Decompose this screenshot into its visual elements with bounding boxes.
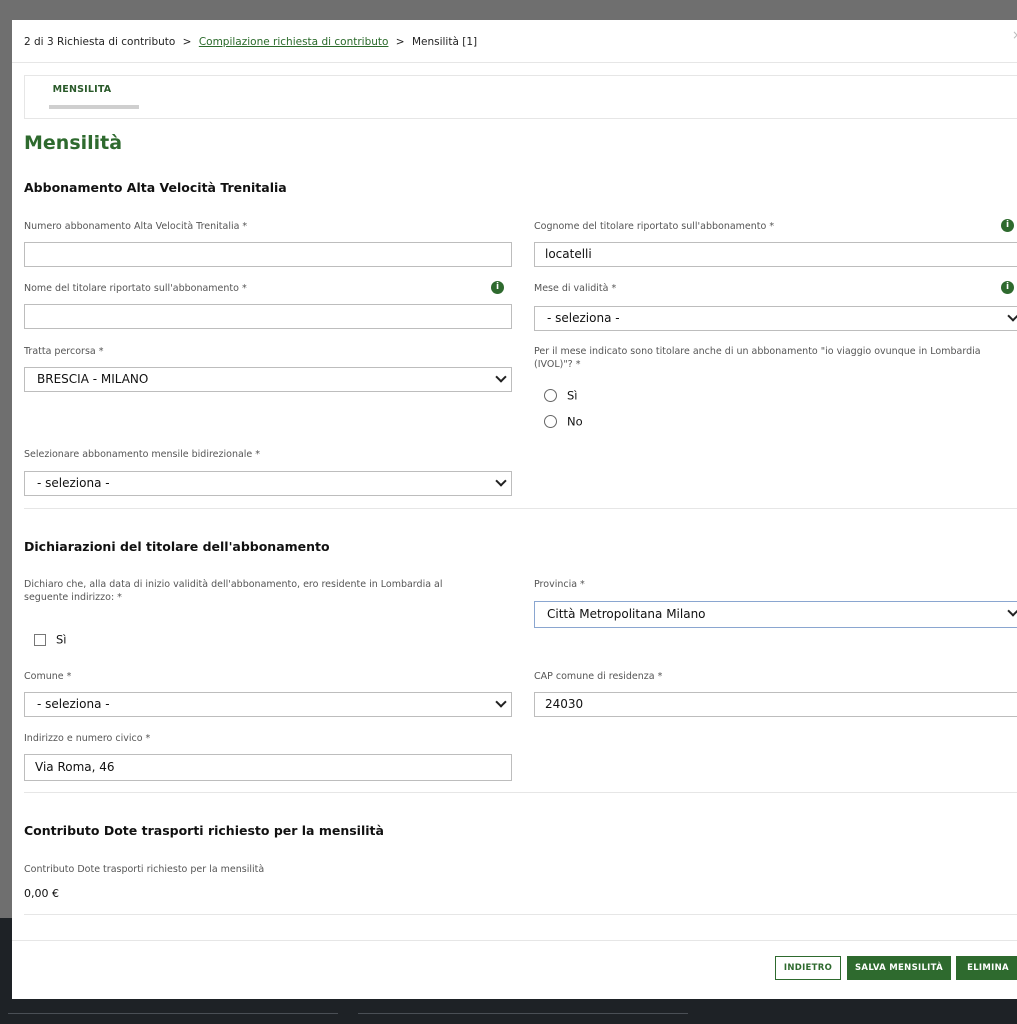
breadcrumb: 2 di 3 Richiesta di contributo > Compila… [24,36,477,48]
contributo-value: 0,00 € [24,887,59,900]
mese-validita-select[interactable]: - seleziona - [534,306,1017,331]
numero-abbonamento-input[interactable] [24,242,512,267]
chevron-down-icon [1007,310,1017,322]
tab-label: MENSILITA [52,84,112,95]
chevron-down-icon [495,371,507,383]
breadcrumb-step: 2 di 3 Richiesta di contributo [24,36,176,48]
section-title-dichiarazioni: Dichiarazioni del titolare dell'abboname… [24,539,330,554]
radio-label: Sì [567,388,578,403]
section-divider [24,914,1017,915]
nome-input[interactable] [24,304,512,329]
contributo-label: Contributo Dote trasporti richiesto per … [24,864,265,875]
back-button[interactable]: INDIETRO [775,956,841,980]
tratta-select[interactable]: BRESCIA - MILANO [24,367,512,392]
close-icon[interactable]: × [1012,28,1017,42]
save-mensilita-button[interactable]: SALVA MENSILITÀ [847,956,951,980]
chevron-down-icon [495,475,507,487]
section-title-contributo: Contributo Dote trasporti richiesto per … [24,823,384,838]
chevron-down-icon [1007,605,1017,617]
info-icon[interactable]: i [491,281,504,294]
select-value: - seleziona - [37,697,110,711]
ivol-radio-no[interactable]: No [544,414,583,429]
indirizzo-label: Indirizzo e numero civico * [24,733,151,744]
select-value: - seleziona - [37,476,110,490]
tab-mensilita[interactable]: MENSILITA [37,76,139,117]
ivol-label: Per il mese indicato sono titolare anche… [534,346,981,370]
tab-active-indicator [49,105,139,109]
checkbox-label: Sì [56,632,67,647]
bidirezionale-select[interactable]: - seleziona - [24,471,512,496]
cap-input[interactable]: 24030 [534,692,1017,717]
breadcrumb-link[interactable]: Compilazione richiesta di contributo [199,36,389,48]
section-title-abbonamento: Abbonamento Alta Velocità Trenitalia [24,180,287,195]
numero-abbonamento-label: Numero abbonamento Alta Velocità Trenita… [24,221,248,232]
cap-label: CAP comune di residenza * [534,671,663,682]
section-divider [24,508,1017,509]
info-icon[interactable]: i [1001,219,1014,232]
footer-divider [12,940,1017,941]
page-title: Mensilità [24,132,123,154]
info-icon[interactable]: i [1001,281,1014,294]
backdrop-divider [358,1013,688,1014]
header-divider [12,62,1017,63]
nome-label: Nome del titolare riportato sull'abbonam… [24,283,247,294]
radio-circle [544,389,557,402]
comune-select[interactable]: - seleziona - [24,692,512,717]
mese-validita-label: Mese di validità * [534,283,617,294]
delete-button[interactable]: ELIMINA [956,956,1017,980]
backdrop-top [0,0,1017,20]
tab-bar: MENSILITA [24,75,1017,119]
breadcrumb-separator: > [182,36,192,48]
bidirezionale-label: Selezionare abbonamento mensile bidirezi… [24,449,261,460]
radio-label: No [567,414,583,429]
indirizzo-input[interactable]: Via Roma, 46 [24,754,512,781]
residente-checkbox[interactable]: Sì [34,632,67,647]
select-value: BRESCIA - MILANO [37,372,149,386]
ivol-radio-si[interactable]: Sì [544,388,578,403]
backdrop-left-strip [0,20,12,920]
residente-label: Dichiaro che, alla data di inizio validi… [24,579,443,603]
cognome-label: Cognome del titolare riportato sull'abbo… [534,221,775,232]
tratta-label: Tratta percorsa * [24,346,104,357]
backdrop-divider [8,1013,338,1014]
chevron-down-icon [495,696,507,708]
select-value: Città Metropolitana Milano [547,607,706,621]
provincia-select[interactable]: Città Metropolitana Milano [534,601,1017,628]
comune-label: Comune * [24,671,72,682]
select-value: - seleziona - [547,311,620,325]
breadcrumb-current: Mensilità [1] [411,36,478,48]
mensilita-modal: 2 di 3 Richiesta di contributo > Compila… [12,20,1017,999]
checkbox-box [34,633,46,646]
provincia-label: Provincia * [534,579,585,590]
section-divider [24,792,1017,793]
radio-circle [544,415,557,428]
breadcrumb-separator: > [395,36,405,48]
cognome-input[interactable]: locatelli [534,242,1017,267]
